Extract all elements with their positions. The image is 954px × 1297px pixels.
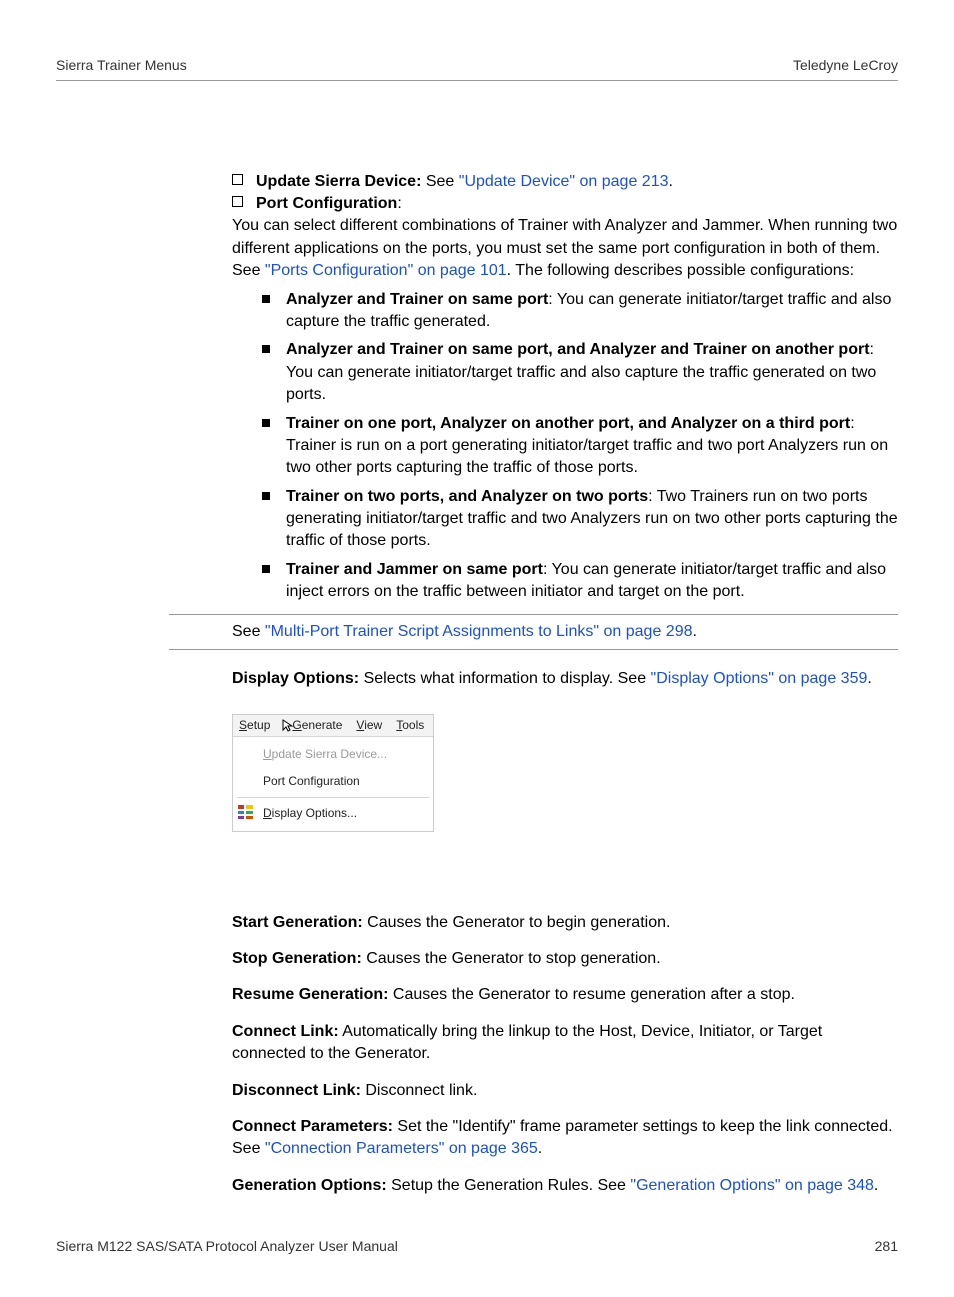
display-options-text: Selects what information to display. See — [359, 670, 650, 687]
menu-tools[interactable]: Tools — [396, 717, 424, 734]
display-options-post: . — [867, 670, 871, 687]
def-generation-options: Generation Options: Setup the Generation… — [232, 1175, 898, 1197]
update-device-link[interactable]: "Update Device" on page 213 — [459, 173, 669, 190]
display-options-label: Display Options: — [232, 670, 359, 687]
menu-item-display-options[interactable]: Display Options... — [233, 800, 433, 827]
menu-generate[interactable]: Generate — [284, 717, 342, 734]
update-device-tail: . — [669, 173, 673, 190]
def-start-generation: Start Generation: Causes the Generator t… — [232, 912, 898, 934]
page-header: Sierra Trainer Menus Teledyne LeCroy — [56, 56, 898, 81]
menu-screenshot: Setup Generate View Tools Update Sierra … — [232, 714, 434, 831]
port-config-text2: . The following describes possible confi… — [507, 262, 854, 279]
list-item: Analyzer and Trainer on same port: You c… — [256, 289, 898, 334]
menu-port-config-label: Port Configuration — [263, 773, 360, 790]
square-icon — [262, 492, 270, 500]
sub-bold: Analyzer and Trainer on same port — [286, 291, 548, 308]
menu-separator — [237, 797, 429, 798]
see-also-post: . — [692, 623, 696, 640]
display-options-link[interactable]: "Display Options" on page 359 — [651, 670, 868, 687]
square-icon — [262, 345, 270, 353]
port-configuration-description: You can select different combinations of… — [232, 215, 898, 282]
sub-bold: Trainer on one port, Analyzer on another… — [286, 415, 850, 432]
list-item: Analyzer and Trainer on same port, and A… — [256, 339, 898, 406]
def-connect-link: Connect Link: Automatically bring the li… — [232, 1021, 898, 1066]
port-configuration-colon: : — [397, 195, 401, 212]
menu-dropdown: Update Sierra Device... Port Configurati… — [233, 737, 433, 830]
port-configuration-label: Port Configuration — [256, 195, 397, 212]
list-item: Trainer on two ports, and Analyzer on tw… — [256, 486, 898, 553]
definitions: Start Generation: Causes the Generator t… — [232, 912, 898, 1198]
def-stop-generation: Stop Generation: Causes the Generator to… — [232, 948, 898, 970]
list-item: Trainer and Jammer on same port: You can… — [256, 559, 898, 604]
menu-bar: Setup Generate View Tools — [233, 715, 433, 737]
top-bullet-list: Update Sierra Device: See "Update Device… — [232, 171, 898, 216]
sub-bold: Analyzer and Trainer on same port, and A… — [286, 341, 870, 358]
square-icon — [262, 419, 270, 427]
def-resume-generation: Resume Generation: Causes the Generator … — [232, 984, 898, 1006]
def-disconnect-link: Disconnect Link: Disconnect link. — [232, 1080, 898, 1102]
generation-options-link[interactable]: "Generation Options" on page 348 — [630, 1177, 874, 1194]
display-options-line: Display Options: Selects what informatio… — [232, 668, 898, 690]
page-footer: Sierra M122 SAS/SATA Protocol Analyzer U… — [56, 1237, 898, 1257]
sub-bold: Trainer on two ports, and Analyzer on tw… — [286, 488, 648, 505]
menu-item-update-sierra-device: Update Sierra Device... — [233, 741, 433, 768]
checkbox-icon — [232, 196, 243, 207]
update-device-textsee: See — [421, 173, 458, 190]
list-item-update-device: Update Sierra Device: See "Update Device… — [232, 171, 898, 193]
sub-bold: Trainer and Jammer on same port — [286, 561, 543, 578]
header-left: Sierra Trainer Menus — [56, 56, 187, 76]
ports-configuration-link[interactable]: "Ports Configuration" on page 101 — [265, 262, 507, 279]
menu-item-port-configuration[interactable]: Port Configuration — [233, 768, 433, 795]
footer-page-number: 281 — [875, 1237, 898, 1257]
display-options-icon — [237, 803, 255, 821]
update-device-label: Update Sierra Device: — [256, 173, 421, 190]
see-also-pre: See — [232, 623, 265, 640]
checkbox-icon — [232, 174, 243, 185]
multi-port-trainer-link[interactable]: "Multi-Port Trainer Script Assignments t… — [265, 623, 693, 640]
page-content: Update Sierra Device: See "Update Device… — [56, 171, 898, 1198]
sub-bullet-list: Analyzer and Trainer on same port: You c… — [232, 289, 898, 604]
def-connect-parameters: Connect Parameters: Set the "Identify" f… — [232, 1116, 898, 1161]
list-item-port-configuration: Port Configuration: — [232, 193, 898, 215]
menu-setup[interactable]: Setup — [239, 717, 270, 734]
connection-parameters-link[interactable]: "Connection Parameters" on page 365 — [265, 1140, 538, 1157]
square-icon — [262, 295, 270, 303]
square-icon — [262, 565, 270, 573]
header-right: Teledyne LeCroy — [793, 56, 898, 76]
footer-left: Sierra M122 SAS/SATA Protocol Analyzer U… — [56, 1237, 398, 1257]
menu-view[interactable]: View — [356, 717, 382, 734]
see-also-block: See "Multi-Port Trainer Script Assignmen… — [169, 614, 898, 650]
list-item: Trainer on one port, Analyzer on another… — [256, 413, 898, 480]
